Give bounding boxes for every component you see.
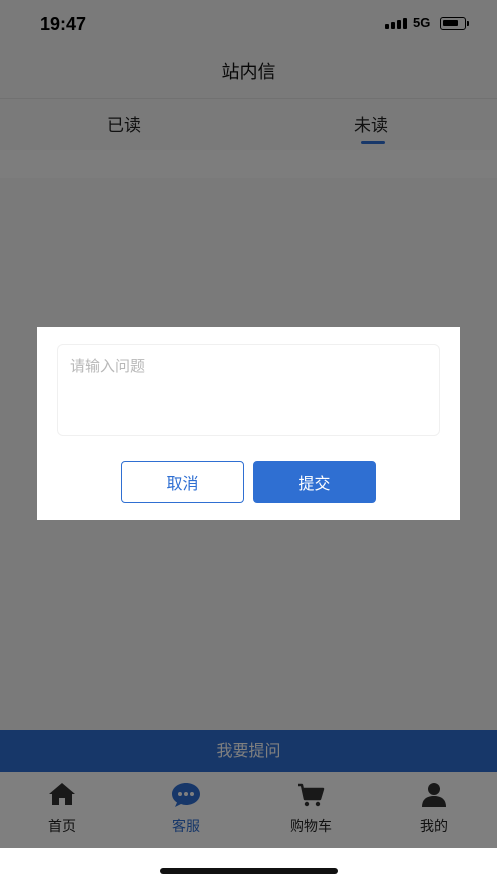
home-indicator-area [0, 848, 497, 883]
ask-question-dialog: 取消 提交 [37, 327, 460, 520]
question-input[interactable] [57, 344, 440, 436]
cancel-button[interactable]: 取消 [121, 461, 244, 503]
submit-button[interactable]: 提交 [253, 461, 376, 503]
home-indicator[interactable] [160, 868, 338, 874]
app-screen: 19:47 5G 站内信 已读 未读 我要提问 首页 客服 [0, 0, 497, 848]
